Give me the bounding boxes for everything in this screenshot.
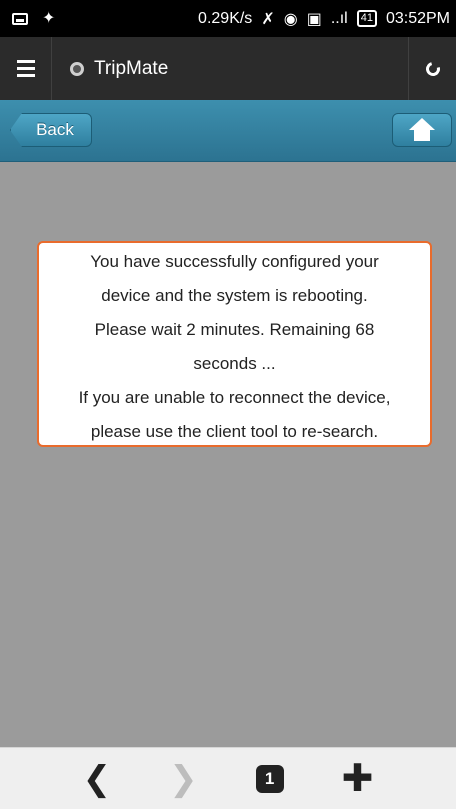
back-nav-icon[interactable]: ❮ <box>83 762 112 796</box>
home-icon <box>408 118 436 142</box>
battery-icon: 41 <box>356 10 377 27</box>
message-line: You have successfully configured your <box>90 252 379 271</box>
signal-icon: ..ıl <box>330 9 348 27</box>
message-line: Please wait 2 minutes. Remaining 68 <box>94 320 375 339</box>
satellite-icon: ✦ <box>42 9 56 27</box>
network-speed: 0.29K/s <box>198 9 253 27</box>
picture-icon <box>12 12 28 25</box>
site-icon <box>70 61 84 76</box>
mute-icon: ✗ <box>261 10 275 28</box>
new-tab-icon[interactable]: ✚ <box>342 760 374 798</box>
browser-tab[interactable]: TripMate <box>52 58 408 80</box>
clock: 03:52PM <box>385 9 450 27</box>
page-header: Back <box>0 100 456 162</box>
back-button[interactable]: Back <box>10 113 92 147</box>
status-bar: ✦ 0.29K/s ✗ ◉ ▣ ..ıl 41 03:52PM <box>0 0 456 37</box>
message-line: please use the client tool to re-search. <box>90 422 379 441</box>
refresh-button[interactable] <box>408 37 456 100</box>
tab-title: TripMate <box>94 57 169 79</box>
message-line: device and the system is rebooting. <box>101 286 368 305</box>
menu-icon[interactable] <box>0 37 52 100</box>
no-sim-icon: ▣ <box>306 10 322 28</box>
reboot-message-dialog: You have successfully configured your de… <box>37 241 432 447</box>
home-button[interactable] <box>392 113 452 147</box>
wifi-icon: ◉ <box>283 10 298 28</box>
message-line: If you are unable to reconnect the devic… <box>78 388 391 407</box>
message-line: seconds ... <box>193 354 276 373</box>
browser-bottom-bar: ❮ ❯ 1 ✚ <box>0 747 456 809</box>
forward-nav-icon[interactable]: ❯ <box>169 762 198 796</box>
page-content: You have successfully configured your de… <box>0 162 456 747</box>
refresh-icon <box>422 58 443 79</box>
browser-toolbar: TripMate <box>0 37 456 100</box>
tab-count-button[interactable]: 1 <box>255 764 284 793</box>
